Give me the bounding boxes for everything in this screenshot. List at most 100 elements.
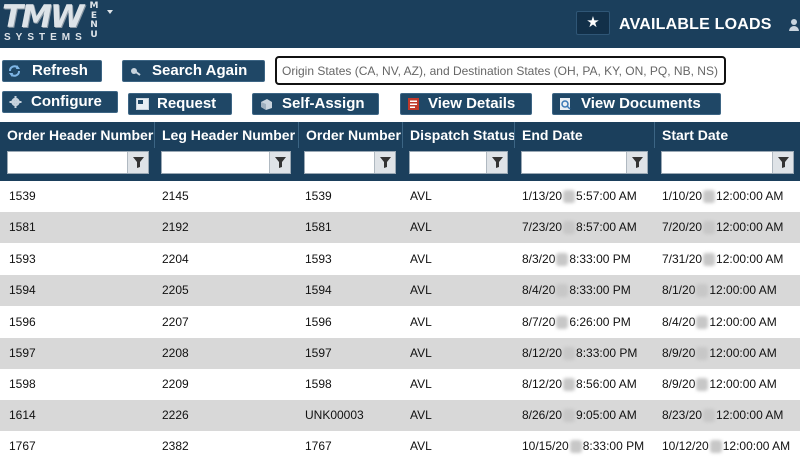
filter-icon [778, 157, 789, 168]
menu-button[interactable]: MENU [88, 1, 100, 42]
configure-button[interactable]: Configure [2, 91, 118, 113]
filter-icon [380, 157, 391, 168]
start-date-time: 12:00:00 AM [709, 315, 777, 329]
cell-order-number: 1539 [305, 189, 332, 203]
filter-icon [275, 157, 286, 168]
cell-order-header: 1767 [9, 439, 36, 453]
filter-button[interactable] [127, 152, 148, 173]
filter-button[interactable] [626, 152, 647, 173]
redacted-mask [563, 221, 576, 235]
table-row[interactable]: 1593 2204 1593 AVL 8/3/20 8:33:00 PM 7/31/20 12… [0, 244, 800, 275]
view-documents-button[interactable]: View Documents [552, 93, 721, 115]
end-date-prefix: 8/3/20 [522, 252, 556, 266]
redacted-mask [703, 221, 716, 235]
redacted-mask [703, 409, 716, 423]
cell-start-date: 8/9/20 12:00:00 AM [662, 369, 777, 400]
cell-leg-header: 2209 [162, 377, 189, 391]
table-row[interactable]: 1614 2226 UNK00003 AVL 8/26/20 9:05:00 AM 8/23… [0, 400, 800, 431]
filter-order-header-number[interactable] [7, 151, 149, 174]
self-assign-icon [261, 99, 272, 110]
start-date-prefix: 7/31/20 [662, 252, 703, 266]
request-button[interactable]: Request [128, 93, 232, 115]
table-row[interactable]: 1581 2192 1581 AVL 7/23/20 8:57:00 AM 7/20/20 1… [0, 212, 800, 243]
redacted-mask [703, 190, 716, 204]
filter-button[interactable] [374, 152, 395, 173]
start-date-prefix: 8/23/20 [662, 408, 703, 422]
filter-button[interactable] [269, 152, 290, 173]
end-date-time: 8:33:00 PM [569, 283, 631, 297]
filter-order-number[interactable] [304, 151, 396, 174]
end-date-prefix: 10/15/20 [522, 439, 569, 453]
refresh-label: Refresh [32, 62, 88, 79]
filter-icon [492, 157, 503, 168]
cell-order-number: 1597 [305, 346, 332, 360]
end-date-time: 8:56:00 AM [576, 377, 637, 391]
cell-end-date: 8/26/20 9:05:00 AM [522, 400, 637, 431]
start-date-prefix: 10/12/20 [662, 439, 709, 453]
table-row[interactable]: 1597 2208 1597 AVL 8/12/20 8:33:00 PM 8/9/20 12… [0, 338, 800, 369]
redacted-mask [563, 347, 576, 361]
cell-leg-header: 2192 [162, 220, 189, 234]
table-row[interactable]: 1594 2205 1594 AVL 8/4/20 8:33:00 PM 8/1/20 12:… [0, 275, 800, 306]
table-row[interactable]: 1539 2145 1539 AVL 1/13/20 5:57:00 AM 1/10/20 1… [0, 181, 800, 212]
end-date-time: 9:05:00 AM [576, 408, 637, 422]
column-header-leg-header-number[interactable]: Leg Header Number [155, 122, 299, 148]
cell-status: AVL [410, 346, 432, 360]
filter-button[interactable] [486, 152, 507, 173]
start-date-prefix: 7/20/20 [662, 220, 703, 234]
cell-end-date: 8/4/20 8:33:00 PM [522, 275, 631, 306]
cell-order-header: 1594 [9, 283, 36, 297]
start-date-prefix: 8/1/20 [662, 283, 696, 297]
cell-start-date: 7/20/20 12:00:00 AM [662, 212, 783, 243]
cell-status: AVL [410, 220, 432, 234]
request-label: Request [157, 95, 217, 112]
start-date-time: 12:00:00 AM [716, 408, 784, 422]
cell-order-number: 1598 [305, 377, 332, 391]
filter-start-date[interactable] [661, 151, 794, 174]
filter-leg-header-number[interactable] [161, 151, 291, 174]
cell-order-header: 1614 [9, 408, 36, 422]
cell-order-number: 1767 [305, 439, 332, 453]
view-details-button[interactable]: View Details [400, 93, 532, 115]
end-date-time: 8:33:00 PM [582, 439, 645, 453]
search-input[interactable] [282, 62, 718, 80]
page-title: AVAILABLE LOADS [619, 16, 772, 33]
cell-start-date: 8/9/20 12:00:00 AM [662, 338, 777, 369]
end-date-time: 8:33:00 PM [576, 346, 638, 360]
table-row[interactable]: 1767 2382 1767 AVL 10/15/20 8:33:00 PM 10/12/2… [0, 431, 800, 462]
column-header-end-date[interactable]: End Date [515, 122, 655, 148]
tmw-logo[interactable]: TMW SYSTEMS [2, 0, 84, 43]
favorite-star-button[interactable]: ★ [576, 11, 610, 35]
refresh-button[interactable]: Refresh [2, 60, 102, 82]
table-row[interactable]: 1598 2209 1598 AVL 8/12/20 8:56:00 AM 8/9/20 12… [0, 369, 800, 400]
search-again-button[interactable]: Search Again [122, 60, 265, 82]
cell-end-date: 10/15/20 8:33:00 PM [522, 431, 644, 462]
filter-end-date[interactable] [521, 151, 648, 174]
redacted-mask [696, 316, 709, 330]
filter-button[interactable] [772, 152, 793, 173]
column-header-start-date[interactable]: Start Date [655, 122, 800, 148]
cell-status: AVL [410, 189, 432, 203]
request-icon [136, 98, 149, 110]
menu-caret-icon[interactable] [107, 10, 113, 14]
redacted-mask [563, 378, 576, 392]
redacted-mask [703, 253, 716, 267]
filter-dispatch-status[interactable] [409, 151, 508, 174]
table-row[interactable]: 1596 2207 1596 AVL 8/7/20 6:26:00 PM 8/4/20 12:… [0, 307, 800, 338]
user-icon[interactable] [788, 19, 800, 31]
end-date-time: 8:57:00 AM [576, 220, 637, 234]
column-header-order-number[interactable]: Order Number [299, 122, 403, 148]
redacted-mask [556, 284, 569, 298]
self-assign-button[interactable]: Self-Assign [252, 93, 379, 115]
cell-order-header: 1598 [9, 377, 36, 391]
end-date-prefix: 8/26/20 [522, 408, 563, 422]
start-date-prefix: 1/10/20 [662, 189, 703, 203]
column-header-dispatch-status[interactable]: Dispatch Status [403, 122, 515, 148]
cell-order-number: 1594 [305, 283, 332, 297]
column-header-order-header-number[interactable]: Order Header Number [0, 122, 155, 148]
logo-text: TMW [2, 0, 84, 35]
filter-icon [632, 157, 643, 168]
start-date-time: 12:00:00 AM [709, 377, 777, 391]
search-field[interactable] [275, 56, 726, 85]
self-assign-label: Self-Assign [282, 95, 365, 112]
